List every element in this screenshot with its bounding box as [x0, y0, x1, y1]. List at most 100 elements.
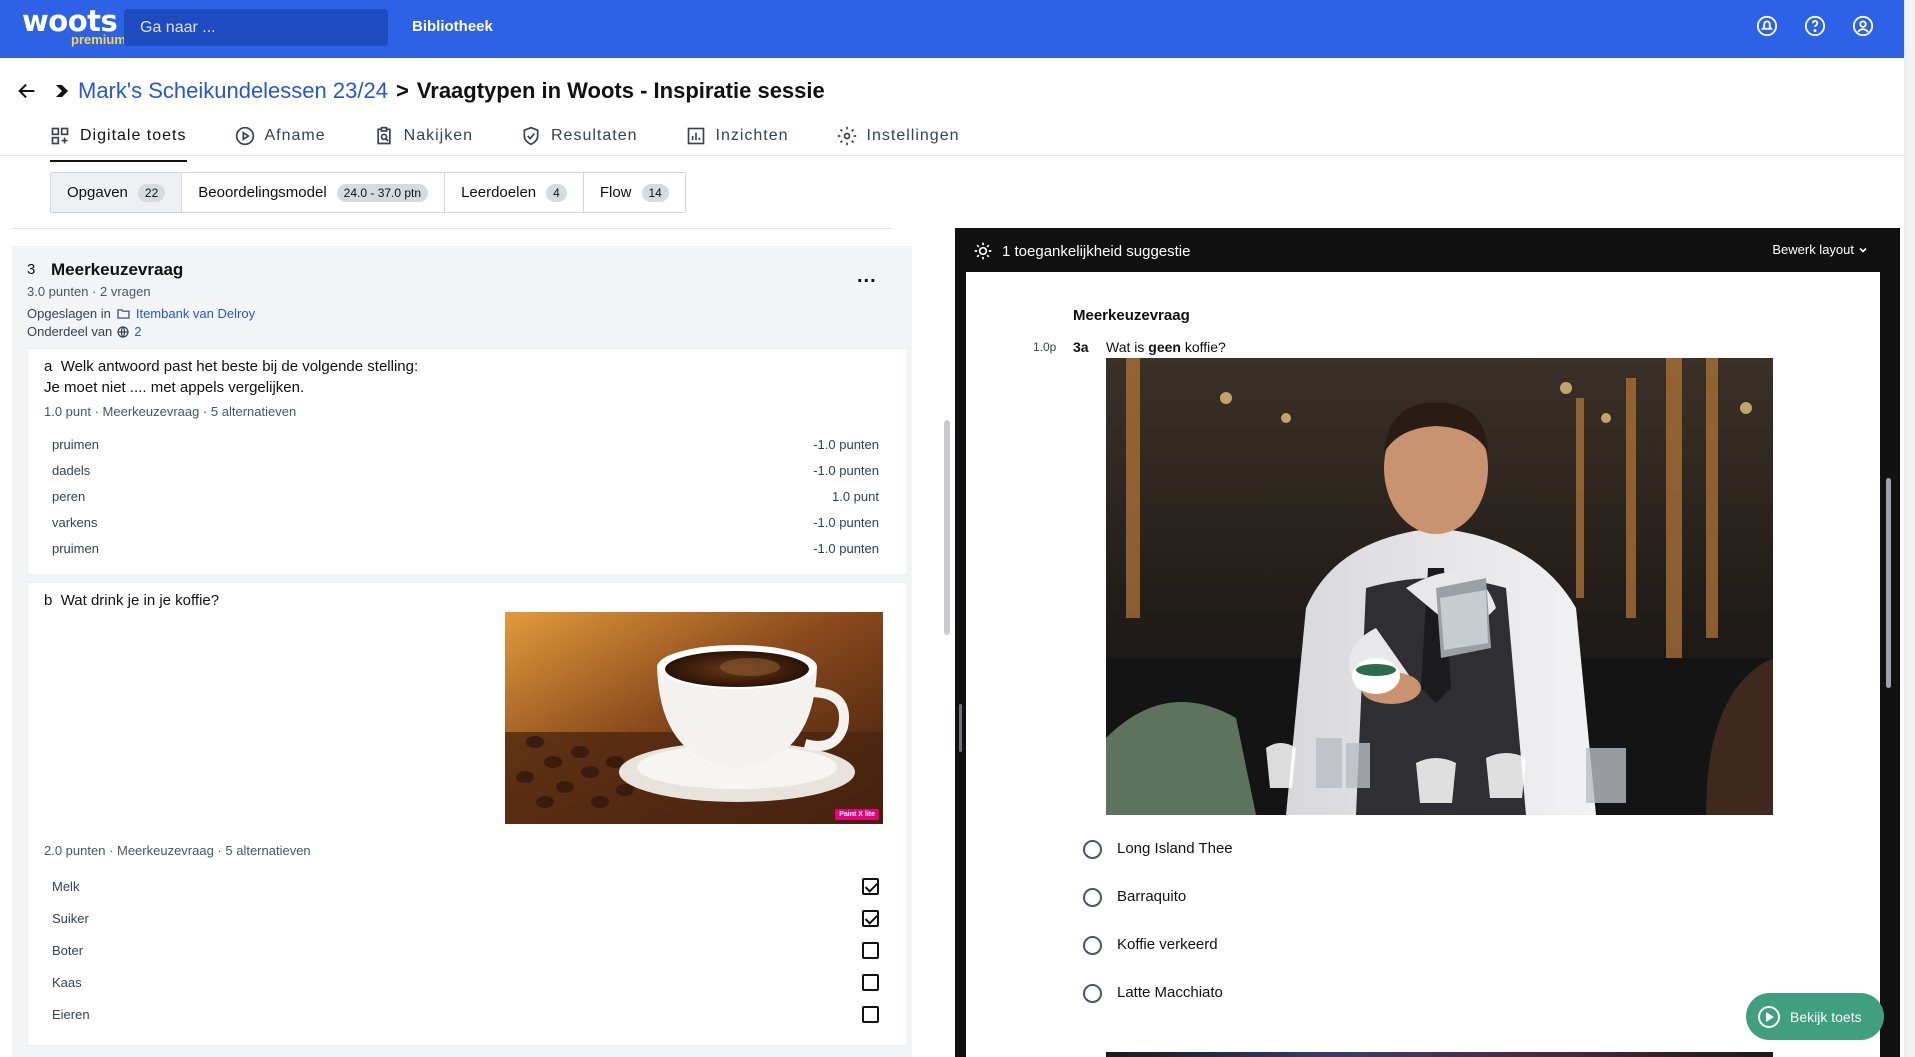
saved-in-label: Opgeslagen in [27, 306, 111, 321]
help-icon[interactable] [1804, 15, 1826, 37]
unchecked-checkbox[interactable] [862, 974, 879, 991]
subtab-label: Beoordelingsmodel [198, 184, 327, 201]
tab-digitale-toets[interactable]: Digitale toets [50, 118, 187, 162]
subquestion-a-line1: Welk antwoord past het beste bij de volg… [60, 358, 419, 375]
logo-subtext: premium [71, 32, 126, 47]
account-icon[interactable] [1852, 15, 1874, 37]
tab-inzichten[interactable]: Inzichten [686, 118, 789, 154]
chevron-down-icon [1859, 247, 1867, 253]
itembank-link[interactable]: Itembank van Delroy [136, 306, 255, 321]
subtab-leerdoelen[interactable]: Leerdoelen 4 [445, 173, 584, 212]
tab-resultaten[interactable]: Resultaten [521, 118, 638, 154]
subquestion-letter: a [44, 358, 53, 375]
preview-question-text: Wat is geen koffie? [1106, 339, 1226, 355]
radio-option-label: Koffie verkeerd [1117, 936, 1218, 953]
view-test-button[interactable]: Bekijk toets [1746, 993, 1884, 1040]
subtab-label: Leerdoelen [461, 184, 537, 201]
subtab-label: Opgaven [67, 184, 128, 201]
checked-checkbox[interactable] [862, 910, 879, 927]
tab-label: Inzichten [715, 127, 789, 144]
edit-layout-button[interactable]: Bewerk layout [1772, 242, 1868, 257]
tab-nakijken[interactable]: Nakijken [374, 118, 473, 154]
woots-logo[interactable]: woots premium [22, 6, 126, 47]
sub-tabs: Opgaven 22 Beoordelingsmodel 24.0 - 37.0… [50, 172, 686, 213]
question-text-bold: geen [1148, 339, 1181, 355]
barista-image [1106, 358, 1773, 815]
option-row: pruimen -1.0 punten [52, 541, 879, 556]
checkbox-row: Boter [52, 942, 879, 959]
unchecked-checkbox[interactable] [862, 942, 879, 959]
breadcrumb-separator: > [395, 78, 409, 103]
unchecked-checkbox[interactable] [862, 1006, 879, 1023]
suggestion-text: 1 toegankelijkheid suggestie [1002, 242, 1191, 260]
question-title[interactable]: Meerkeuzevraag [51, 260, 183, 280]
option-row: varkens -1.0 punten [52, 515, 879, 530]
radio-option[interactable] [1083, 984, 1102, 1003]
notification-icon[interactable] [1756, 15, 1778, 37]
list-scrollbar[interactable] [944, 420, 950, 635]
saved-in: Opgeslagen in Itembank van Delroy [27, 306, 255, 321]
subtab-opgaven[interactable]: Opgaven 22 [51, 173, 183, 212]
preview-scrollbar[interactable] [1886, 478, 1891, 688]
option-label: dadels [52, 463, 91, 478]
preview-points: 1.0p [1033, 340, 1057, 354]
preview-question-type: Meerkeuzevraag [1073, 307, 1190, 324]
checkbox-row: Suiker [52, 910, 879, 927]
part-of-count[interactable]: 2 [134, 324, 141, 339]
header-divider [0, 155, 1904, 156]
tab-afname[interactable]: Afname [235, 118, 326, 154]
coffee-cup-image: Paint X lite [505, 612, 883, 824]
part-of: Onderdeel van 2 [27, 324, 142, 339]
option-label: peren [52, 489, 86, 504]
question-meta: 3.0 punten · 2 vragen [27, 284, 151, 299]
breadcrumb-course-link[interactable]: Mark's Scheikundelessen 23/24 [78, 78, 388, 104]
list-divider [12, 228, 892, 229]
tab-label: Instellingen [866, 127, 960, 144]
link-globe-icon [117, 325, 129, 338]
radio-option-label: Long Island Thee [1117, 840, 1233, 857]
points-range-badge: 24.0 - 37.0 ptn [336, 183, 429, 202]
subtab-beoordelingsmodel[interactable]: Beoordelingsmodel 24.0 - 37.0 ptn [182, 173, 446, 212]
radio-option[interactable] [1083, 936, 1102, 955]
checkbox-row: Kaas [52, 974, 879, 991]
subquestion-b-question: Wat drink je in je koffie? [60, 592, 220, 609]
preview-question-number: 3a [1073, 339, 1089, 355]
count-badge: 4 [546, 183, 567, 202]
option-label: Melk [52, 879, 80, 894]
subtab-label: Flow [599, 184, 632, 201]
radio-option[interactable] [1083, 840, 1102, 859]
subtab-flow[interactable]: Flow 14 [583, 173, 685, 212]
edit-layout-label: Bewerk layout [1772, 242, 1854, 257]
shield-check-icon [523, 126, 539, 146]
part-of-label: Onderdeel van [27, 324, 113, 339]
tab-label: Digitale toets [80, 127, 187, 144]
radio-option[interactable] [1083, 888, 1102, 907]
back-arrow-icon[interactable] [16, 80, 38, 102]
subquestion-b-text: b Wat drink je in je koffie? [44, 592, 219, 609]
tab-label: Afname [264, 127, 326, 144]
more-options-button[interactable]: ... [857, 266, 877, 286]
accessibility-suggestion[interactable]: 1 toegankelijkheid suggestie [973, 241, 1190, 261]
accessibility-gear-icon [974, 242, 992, 260]
option-points: -1.0 punten [813, 541, 879, 556]
page-title: Vraagtypen in Woots - Inspiratie sessie [416, 78, 825, 103]
option-points: 1.0 punt [832, 489, 879, 504]
subquestion-b-meta: 2.0 punten · Meerkeuzevraag · 5 alternat… [44, 843, 311, 858]
checked-checkbox[interactable] [862, 878, 879, 895]
search-input[interactable] [124, 9, 388, 46]
main-tabs: Digitale toets Afname Nakijken Resultate… [50, 118, 1008, 162]
tab-label: Nakijken [403, 127, 473, 144]
page-scrollbar[interactable] [1904, 0, 1915, 1057]
top-navigation-bar: woots premium Bibliotheek [0, 0, 1915, 58]
count-badge: 22 [137, 183, 166, 202]
folder-icon [117, 309, 130, 319]
panel-resize-handle[interactable] [959, 704, 962, 752]
option-points: -1.0 punten [813, 437, 879, 452]
question-number: 3 [27, 261, 36, 278]
subquestion-a-card[interactable]: a Welk antwoord past het beste bij de vo… [28, 349, 907, 574]
nav-library-link[interactable]: Bibliotheek [412, 18, 493, 35]
tab-instellingen[interactable]: Instellingen [837, 118, 960, 154]
count-badge: 14 [641, 183, 669, 202]
option-row: pruimen -1.0 punten [52, 437, 879, 452]
option-row: dadels -1.0 punten [52, 463, 879, 478]
